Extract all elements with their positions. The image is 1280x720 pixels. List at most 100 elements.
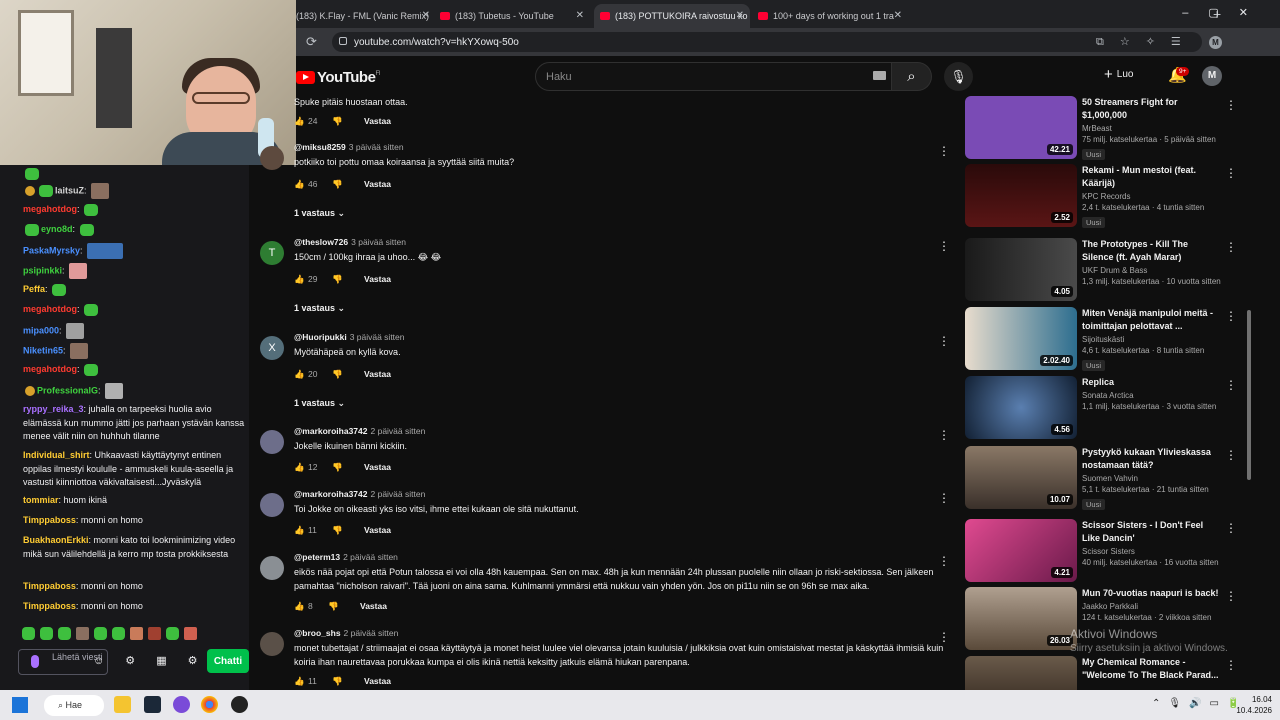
more-options-icon[interactable]: ⋮ [1225, 589, 1237, 603]
like-icon[interactable]: 👍 [294, 179, 308, 190]
channel-name[interactable]: Jaakko Parkkali [1082, 602, 1222, 611]
video-thumbnail[interactable]: 10.07 [965, 446, 1077, 509]
comment-author[interactable]: @miksu8259 3 päivää sitten [294, 142, 404, 152]
more-options-icon[interactable]: ⋮ [1225, 378, 1237, 392]
video-item[interactable]: 4.21 Scissor Sisters - I Don't Feel Like… [965, 519, 1245, 585]
taskbar-clock[interactable]: 16.04 10.4.2026 [1232, 694, 1272, 716]
close-icon[interactable]: ✕ [576, 10, 584, 21]
youtube-logo[interactable]: YouTubeFI [296, 69, 380, 86]
video-item[interactable]: 4.56 Replica Sonata Arctica 1,1 milj. kats… [965, 376, 1245, 442]
video-thumbnail[interactable]: 4.05 [965, 238, 1077, 301]
video-title[interactable]: Miten Venäjä manipuloi meitä - toimittaj… [1082, 307, 1222, 333]
chat-username[interactable]: ProfessionalG [37, 385, 98, 395]
video-item[interactable]: 2.52 Rekami - Mun mestoi (feat. Käärijä)… [965, 164, 1245, 230]
chat-username[interactable]: ryppy_reika_3 [23, 404, 84, 414]
avatar[interactable]: T [260, 241, 284, 265]
video-title[interactable]: The Prototypes - Kill The Silence (ft. A… [1082, 238, 1222, 264]
more-options-icon[interactable]: ⋮ [938, 144, 950, 158]
channel-name[interactable]: Scissor Sisters [1082, 547, 1222, 556]
like-icon[interactable]: 👍 [294, 274, 308, 285]
pepe-emote-icon[interactable] [94, 627, 107, 641]
dislike-icon[interactable]: 👎 [332, 369, 364, 380]
chat-username[interactable]: Timppaboss [23, 515, 76, 525]
author-name[interactable]: @theslow726 [294, 237, 348, 247]
author-name[interactable]: @markoroiha3742 [294, 489, 368, 499]
reply-button[interactable]: Vastaa [364, 116, 391, 126]
reply-button[interactable]: Vastaa [364, 525, 391, 535]
pepe-emote-icon[interactable] [22, 627, 35, 641]
like-icon[interactable]: 👍 [294, 462, 308, 473]
more-options-icon[interactable]: ⋮ [1225, 448, 1237, 462]
channel-name[interactable]: MrBeast [1082, 124, 1222, 133]
dislike-icon[interactable]: 👎 [328, 601, 360, 612]
author-name[interactable]: @peterm13 [294, 552, 340, 562]
video-thumbnail[interactable]: 42.21 [965, 96, 1077, 159]
more-options-icon[interactable]: ⋮ [938, 491, 950, 505]
chat-username[interactable]: mipa000 [23, 325, 59, 335]
more-options-icon[interactable]: ⋮ [1225, 658, 1237, 672]
browser-toolbar-icons[interactable]: ⧉☆✧☰ [1096, 35, 1197, 49]
avatar[interactable] [260, 493, 284, 517]
chat-tools[interactable]: ☺ ⚙ ▦ ⚙ [93, 654, 207, 667]
close-icon[interactable]: ✕ [894, 10, 902, 21]
channel-name[interactable]: Sonata Arctica [1082, 391, 1222, 400]
comment-author[interactable]: @Huoripukki 3 päivää sitten [294, 332, 405, 342]
chat-username[interactable]: megahotdog [23, 204, 77, 214]
dislike-icon[interactable]: 👎 [332, 116, 364, 127]
chat-username[interactable]: Timppaboss [23, 581, 76, 591]
chat-username[interactable]: Peffa [23, 284, 45, 294]
like-icon[interactable]: 👍 [294, 525, 308, 536]
more-options-icon[interactable]: ⋮ [938, 428, 950, 442]
site-info-icon[interactable] [339, 37, 347, 45]
video-thumbnail[interactable]: 26.03 [965, 587, 1077, 650]
chat-username[interactable]: Timppaboss [23, 601, 76, 611]
image-emote-icon[interactable] [184, 627, 197, 641]
video-title[interactable]: 50 Streamers Fight for $1,000,000 [1082, 96, 1222, 122]
windows-start-icon[interactable] [12, 697, 28, 713]
create-button[interactable]: + Luo [1104, 66, 1133, 83]
like-icon[interactable]: 👍 [294, 676, 308, 687]
url-field[interactable]: youtube.com/watch?v=hkYXowq-50o [332, 32, 1202, 52]
browser-tab[interactable]: (183) Tubetus - YouTube ✕ [440, 4, 590, 28]
pepe-emote-icon[interactable] [166, 627, 179, 641]
more-options-icon[interactable]: ⋮ [1225, 98, 1237, 112]
avatar[interactable] [260, 632, 284, 656]
reply-button[interactable]: Vastaa [364, 462, 391, 472]
chat-username[interactable]: megahotdog [23, 304, 77, 314]
close-icon[interactable]: ✕ [422, 10, 430, 21]
channel-name[interactable]: Suomen Vahvin [1082, 474, 1222, 483]
comment-author[interactable]: @peterm13 2 päivää sitten [294, 552, 398, 562]
close-icon[interactable]: ✕ [736, 10, 744, 21]
avatar[interactable]: X [260, 336, 284, 360]
channel-name[interactable]: UKF Drum & Bass [1082, 266, 1222, 275]
video-title[interactable]: Mun 70-vuotias naapuri is back! [1082, 587, 1222, 600]
steam-icon[interactable] [144, 696, 161, 713]
video-item[interactable]: 10.07 Pystyykö kukaan Ylivieskassa nosta… [965, 446, 1245, 512]
view-replies-button[interactable]: 1 vastaus ⌄ [294, 303, 345, 314]
more-options-icon[interactable]: ⋮ [1225, 309, 1237, 323]
keyboard-icon[interactable] [873, 71, 886, 80]
chat-username[interactable]: tommiar [23, 495, 59, 505]
reload-icon[interactable]: ⟳ [306, 34, 317, 50]
reply-button[interactable]: Vastaa [360, 601, 387, 611]
video-title[interactable]: Replica [1082, 376, 1222, 389]
reply-button[interactable]: Vastaa [364, 274, 391, 284]
view-replies-button[interactable]: 1 vastaus ⌄ [294, 398, 345, 409]
author-name[interactable]: @broo_shs [294, 628, 341, 638]
chat-send-button[interactable]: Chatti [207, 649, 249, 673]
chrome-icon[interactable] [201, 696, 218, 713]
comment-author[interactable]: @markoroiha3742 2 päivää sitten [294, 426, 425, 436]
comment-author[interactable]: @theslow726 3 päivää sitten [294, 237, 406, 247]
image-emote-icon[interactable] [148, 627, 161, 641]
more-options-icon[interactable]: ⋮ [938, 554, 950, 568]
dislike-icon[interactable]: 👎 [332, 274, 364, 285]
more-options-icon[interactable]: ⋮ [938, 630, 950, 644]
more-options-icon[interactable]: ⋮ [938, 239, 950, 253]
window-controls[interactable]: –▢✕ [1182, 6, 1268, 19]
pepe-emote-icon[interactable] [58, 627, 71, 641]
search-button[interactable]: ⌕ [892, 62, 932, 91]
author-name[interactable]: @miksu8259 [294, 142, 346, 152]
chat-username[interactable]: BuakhaonErkki [23, 535, 89, 545]
author-name[interactable]: @Huoripukki [294, 332, 347, 342]
video-item[interactable]: My Chemical Romance - "Welcome To The Bl… [965, 656, 1245, 690]
